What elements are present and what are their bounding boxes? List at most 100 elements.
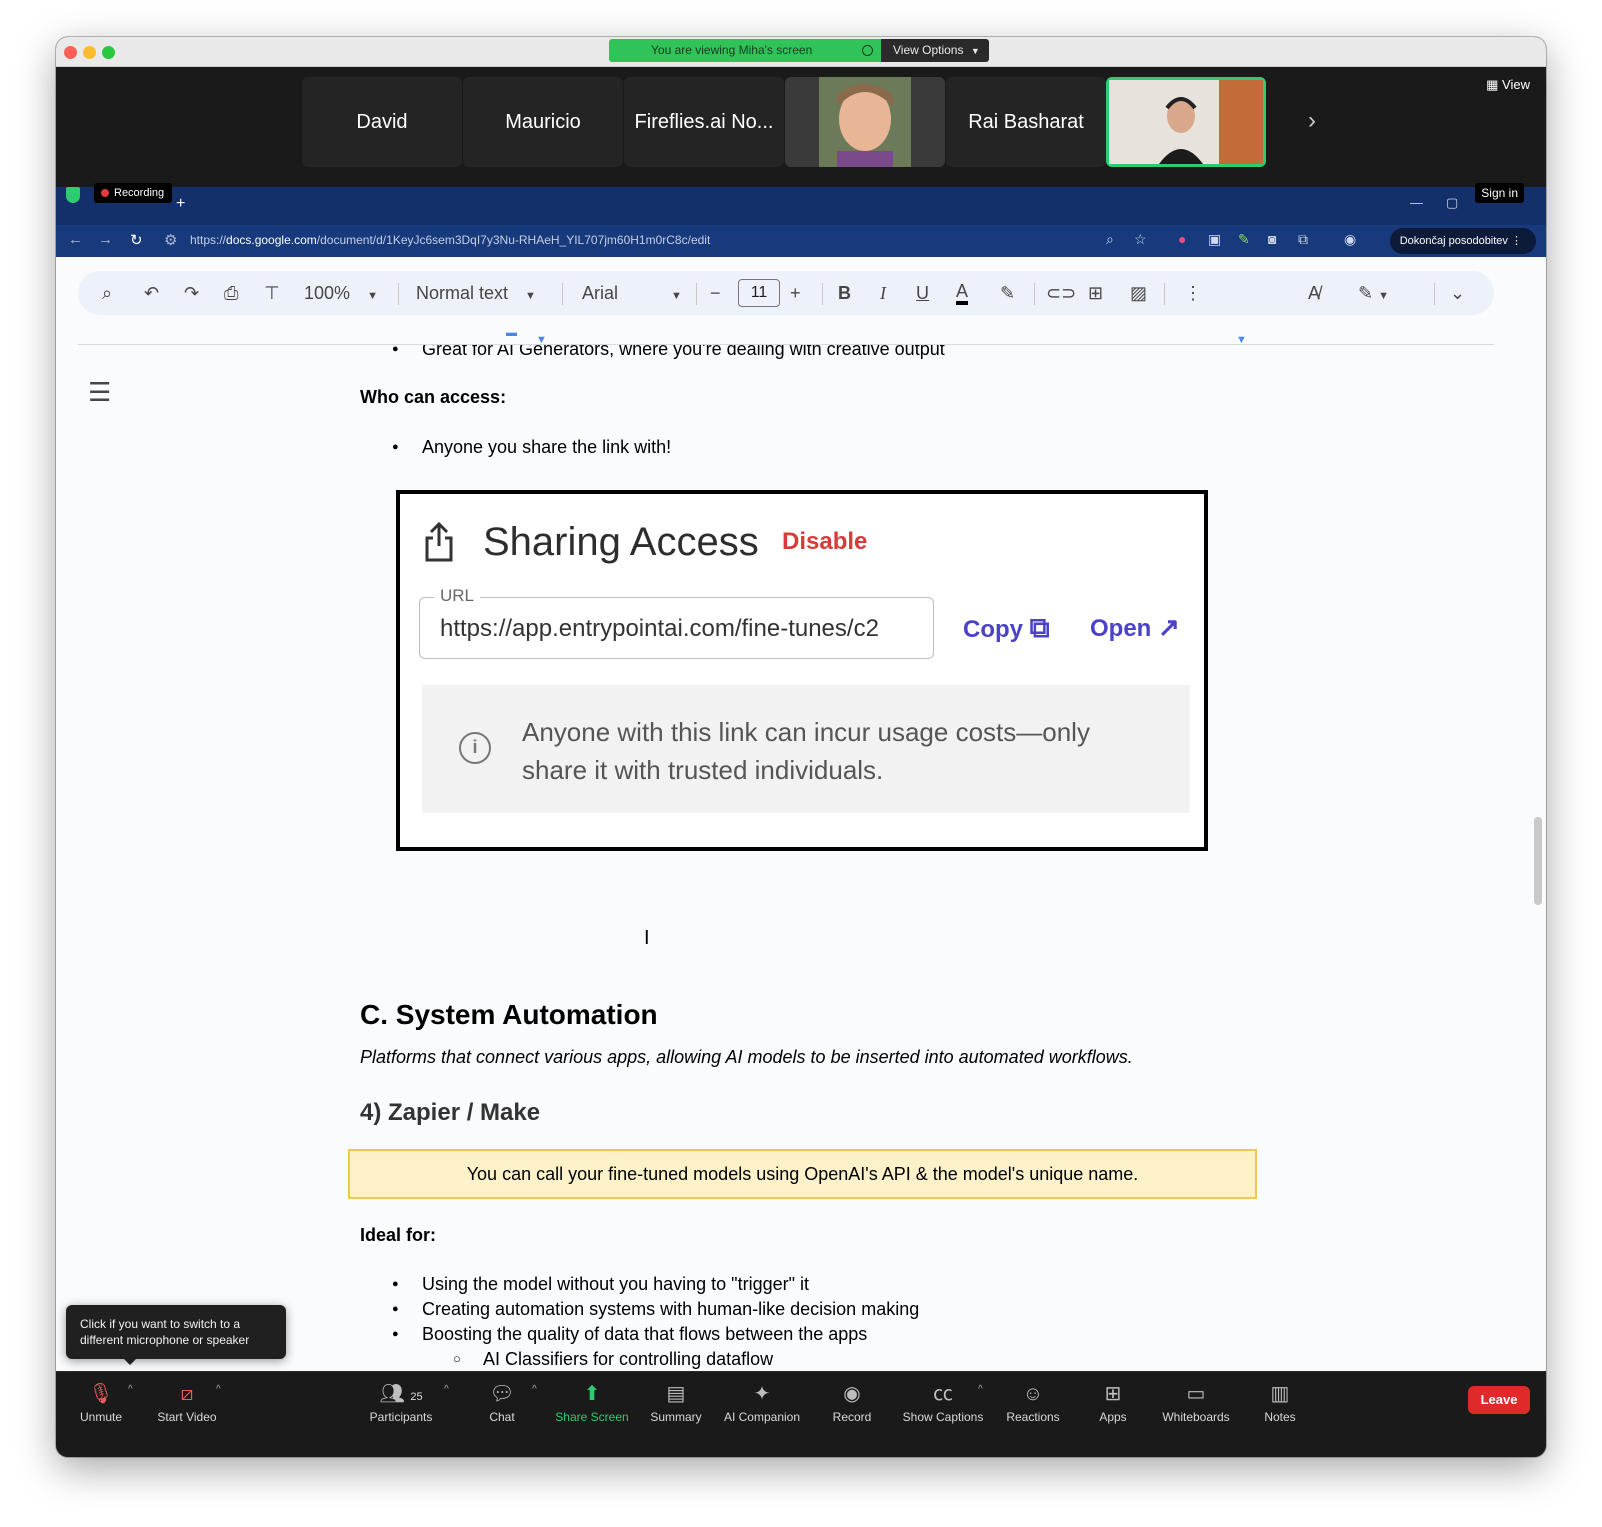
participant-tile-active-speaker[interactable] <box>1106 77 1266 167</box>
whiteboards-button[interactable]: ▭ Whiteboards <box>1158 1380 1234 1424</box>
browser-tab-strip: Recording + — ▢ Sign in <box>56 183 1546 225</box>
avatar[interactable]: ◉ <box>1344 231 1356 248</box>
record-button[interactable]: ◉ Record <box>830 1380 874 1424</box>
participant-tile-fireflies[interactable]: Fireflies.ai No... <box>624 77 784 167</box>
plus-icon[interactable]: + <box>176 195 185 213</box>
share-screen-button[interactable]: ⬆ Share Screen <box>552 1380 632 1424</box>
bold-icon[interactable]: B <box>838 281 851 305</box>
captions-options-caret-icon[interactable]: ^ <box>978 1384 983 1395</box>
font-family-select[interactable]: Arial ▼ <box>582 283 682 306</box>
reload-icon[interactable]: ↻ <box>130 231 143 249</box>
open-label: Open <box>1090 615 1152 642</box>
url-field[interactable]: https://docs.google.com/document/d/1KeyJ… <box>190 233 710 247</box>
sign-in-button[interactable]: Sign in <box>1475 183 1524 203</box>
who-can-access-label: Who can access: <box>360 387 507 407</box>
print-icon[interactable]: ⎙ <box>224 281 238 305</box>
gallery-view-button[interactable]: ▦ View <box>1486 77 1530 93</box>
restore-icon[interactable]: ▢ <box>1446 195 1458 211</box>
site-settings-icon[interactable]: ⚙ <box>164 231 177 249</box>
italic-icon[interactable]: I <box>880 281 886 305</box>
summary-button[interactable]: ▤ Summary <box>648 1380 704 1424</box>
reactions-label: Reactions <box>1006 1410 1060 1424</box>
redo-icon[interactable]: ↷ <box>184 281 199 305</box>
ai-companion-button[interactable]: ✦ AI Companion <box>722 1380 802 1424</box>
search-icon[interactable]: ⌕ <box>102 281 112 305</box>
view-options-label: View Options <box>893 43 964 57</box>
chevron-up-icon[interactable]: ⌄ <box>1450 281 1465 305</box>
extension-icon[interactable]: ▣ <box>1208 231 1221 248</box>
show-captions-button[interactable]: ㏄ Show Captions <box>900 1380 986 1424</box>
update-browser-button[interactable]: Dokončaj posodobitev ⋮ <box>1389 228 1536 254</box>
close-window-button[interactable] <box>64 46 77 59</box>
document-scrollbar[interactable] <box>1534 817 1542 905</box>
chat-label: Chat <box>489 1410 515 1424</box>
share-screen-label: Share Screen <box>555 1410 629 1424</box>
notes-label: Notes <box>1264 1410 1296 1424</box>
video-options-caret-icon[interactable]: ^ <box>216 1384 221 1395</box>
undo-icon[interactable]: ↶ <box>144 281 159 305</box>
puzzle-icon[interactable]: ⧉ <box>1298 231 1308 248</box>
link-icon[interactable]: ⊂⊃ <box>1046 281 1076 305</box>
participant-tile-rai-basharat[interactable]: Rai Basharat <box>946 77 1106 167</box>
reactions-button[interactable]: ☺ Reactions <box>1004 1380 1062 1424</box>
zoom-icon[interactable]: ⌕ <box>1106 231 1114 248</box>
document-page[interactable]: Great for AI Generators, where you're de… <box>56 345 1496 1371</box>
camera-icon[interactable]: ◙ <box>1268 231 1276 247</box>
participants-button[interactable]: 👥︎ 25 Participants <box>366 1380 436 1424</box>
participant-name: Fireflies.ai No... <box>634 111 774 133</box>
caret-down-icon: ▼ <box>367 290 378 302</box>
more-options-icon[interactable]: ⋮ <box>1184 281 1202 305</box>
window-titlebar: You are viewing Miha's screen View Optio… <box>56 37 1546 67</box>
apps-button[interactable]: ⊞ Apps <box>1096 1380 1130 1424</box>
participant-tile-video[interactable] <box>785 77 945 167</box>
url-prefix: https:// <box>190 233 227 247</box>
minimize-icon[interactable]: — <box>1410 195 1423 210</box>
start-video-button[interactable]: ⧄ Start Video <box>152 1380 222 1424</box>
list-item: Boosting the quality of data that flows … <box>392 1324 867 1345</box>
ruler-indent-marker[interactable]: ▬ <box>506 327 517 339</box>
caret-down-icon: ▼ <box>671 290 682 302</box>
audio-options-caret-icon[interactable]: ^ <box>128 1384 133 1395</box>
extension-icon[interactable]: ✎ <box>1238 231 1250 248</box>
comment-icon[interactable]: ⊞ <box>1088 281 1103 305</box>
meeting-controls-bar: 🎙︎ Unmute ^ ⧄ Start Video ^ 👥︎ 25 Partic… <box>56 1371 1546 1457</box>
increase-font-size-button[interactable]: + <box>790 281 801 305</box>
maximize-window-button[interactable] <box>102 46 115 59</box>
paint-format-icon[interactable]: ⊤ <box>264 281 280 305</box>
leave-meeting-button[interactable]: Leave <box>1468 1386 1530 1414</box>
star-icon[interactable]: ☆ <box>1134 231 1147 248</box>
forward-arrow-icon[interactable]: → <box>98 231 113 248</box>
share-screen-icon: ⬆ <box>583 1383 601 1405</box>
editing-mode-icon[interactable]: ✎ ▼ <box>1358 281 1389 308</box>
paragraph-style-select[interactable]: Normal text ▼ <box>416 283 536 306</box>
list-item: Using the model without you having to "t… <box>392 1274 809 1295</box>
browser-address-bar: ← → ↻ ⚙ https://docs.google.com/document… <box>56 225 1546 257</box>
highlight-icon[interactable]: ✎ <box>1000 281 1015 305</box>
view-options-button[interactable]: View Options ▼ <box>881 39 989 62</box>
participant-tile-mauricio[interactable]: Mauricio <box>463 77 623 167</box>
participant-tile-david[interactable]: David <box>302 77 462 167</box>
apps-icon: ⊞ <box>1104 1383 1122 1405</box>
font-size-input[interactable]: 11 <box>738 279 780 307</box>
spellcheck-icon[interactable]: A̸ <box>1308 281 1320 305</box>
chat-button[interactable]: 💬︎ Chat <box>486 1380 518 1424</box>
toolbar-divider <box>1164 283 1165 305</box>
grid-icon: ▦ <box>1486 77 1499 92</box>
embedded-sharing-access-image[interactable]: Sharing Access Disable URL https://app.e… <box>396 490 1208 851</box>
chat-options-caret-icon[interactable]: ^ <box>532 1384 537 1395</box>
text-color-icon[interactable]: A <box>956 281 969 305</box>
extension-icon[interactable]: ● <box>1178 231 1186 247</box>
url-host: docs.google.com <box>226 233 317 247</box>
chevron-right-icon[interactable]: › <box>1308 107 1316 135</box>
image-icon[interactable]: ▨ <box>1130 281 1147 305</box>
participants-options-caret-icon[interactable]: ^ <box>444 1384 449 1395</box>
decrease-font-size-button[interactable]: − <box>710 281 721 305</box>
back-arrow-icon[interactable]: ← <box>68 231 83 248</box>
minimize-window-button[interactable] <box>83 46 96 59</box>
underline-icon[interactable]: U <box>916 281 929 305</box>
zoom-select[interactable]: 100% ▼ <box>304 283 378 306</box>
notes-icon: ▥ <box>1270 1383 1290 1405</box>
notes-button[interactable]: ▥ Notes <box>1262 1380 1298 1424</box>
unmute-button[interactable]: 🎙︎ Unmute <box>78 1380 124 1424</box>
participants-icon: 👥︎ 25 <box>379 1383 423 1405</box>
